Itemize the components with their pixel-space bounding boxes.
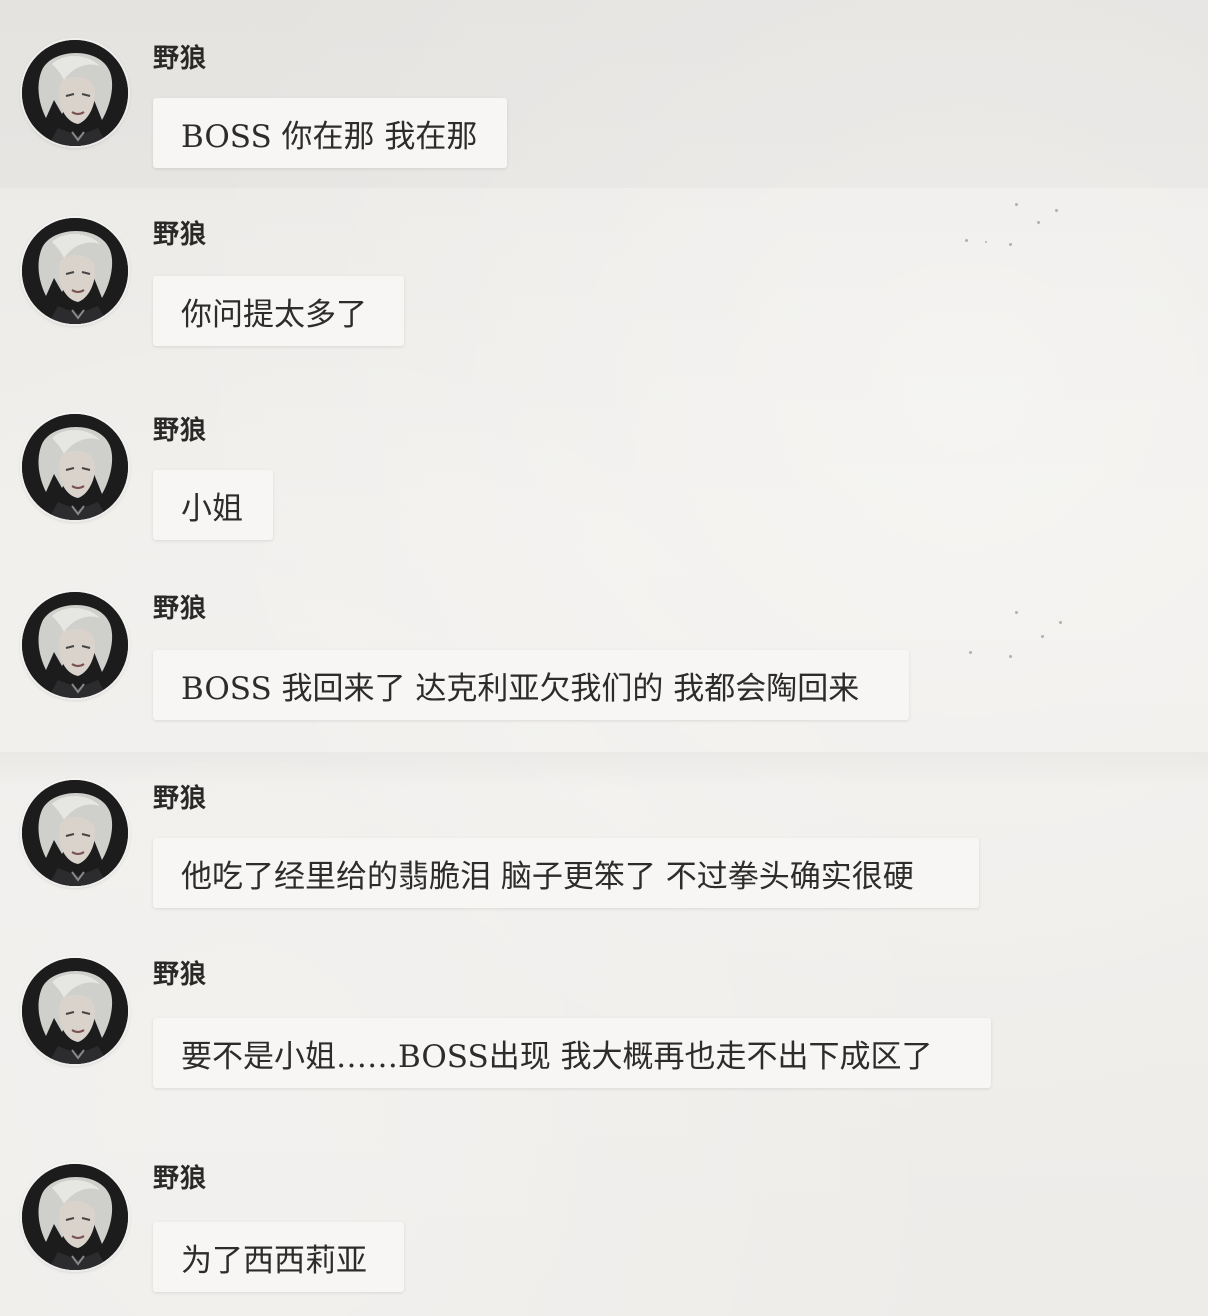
sender-name: 野狼 — [153, 1164, 208, 1194]
white-haired-character-avatar-icon — [22, 218, 128, 324]
chat-message: 野狼 他吃了经里给的翡脆泪 脑子更笨了 不过拳头确实很硬 — [0, 740, 1208, 908]
avatar[interactable] — [22, 218, 128, 324]
avatar[interactable] — [22, 40, 128, 146]
sender-name: 野狼 — [153, 416, 208, 446]
avatar[interactable] — [22, 1164, 128, 1270]
white-haired-character-avatar-icon — [22, 958, 128, 1064]
message-bubble[interactable]: 为了西西莉亚 — [153, 1222, 404, 1292]
sender-name: 野狼 — [153, 44, 208, 74]
chat-message: 野狼 为了西西莉亚 — [0, 1124, 1208, 1292]
sender-name: 野狼 — [153, 960, 208, 990]
chat-message: 野狼 小姐 — [0, 374, 1208, 540]
chat-message: 野狼 要不是小姐……BOSS出现 我大概再也走不出下成区了 — [0, 918, 1208, 1088]
sender-name: 野狼 — [153, 594, 208, 624]
white-haired-character-avatar-icon — [22, 592, 128, 698]
chat-message: 野狼 BOSS 你在那 我在那 — [0, 0, 1208, 168]
chat-message: 野狼 BOSS 我回来了 达克利亚欠我们的 我都会陶回来 — [0, 552, 1208, 720]
avatar[interactable] — [22, 958, 128, 1064]
avatar[interactable] — [22, 780, 128, 886]
message-bubble[interactable]: 要不是小姐……BOSS出现 我大概再也走不出下成区了 — [153, 1018, 991, 1088]
sender-name: 野狼 — [153, 220, 208, 250]
white-haired-character-avatar-icon — [22, 414, 128, 520]
message-bubble[interactable]: 你问提太多了 — [153, 276, 404, 346]
avatar[interactable] — [22, 592, 128, 698]
chat-message: 野狼 你问提太多了 — [0, 178, 1208, 346]
sender-name: 野狼 — [153, 784, 208, 814]
avatar[interactable] — [22, 414, 128, 520]
white-haired-character-avatar-icon — [22, 1164, 128, 1270]
message-bubble[interactable]: BOSS 你在那 我在那 — [153, 98, 507, 168]
message-bubble[interactable]: 他吃了经里给的翡脆泪 脑子更笨了 不过拳头确实很硬 — [153, 838, 979, 908]
message-bubble[interactable]: 小姐 — [153, 470, 273, 540]
white-haired-character-avatar-icon — [22, 780, 128, 886]
message-bubble[interactable]: BOSS 我回来了 达克利亚欠我们的 我都会陶回来 — [153, 650, 909, 720]
white-haired-character-avatar-icon — [22, 40, 128, 146]
